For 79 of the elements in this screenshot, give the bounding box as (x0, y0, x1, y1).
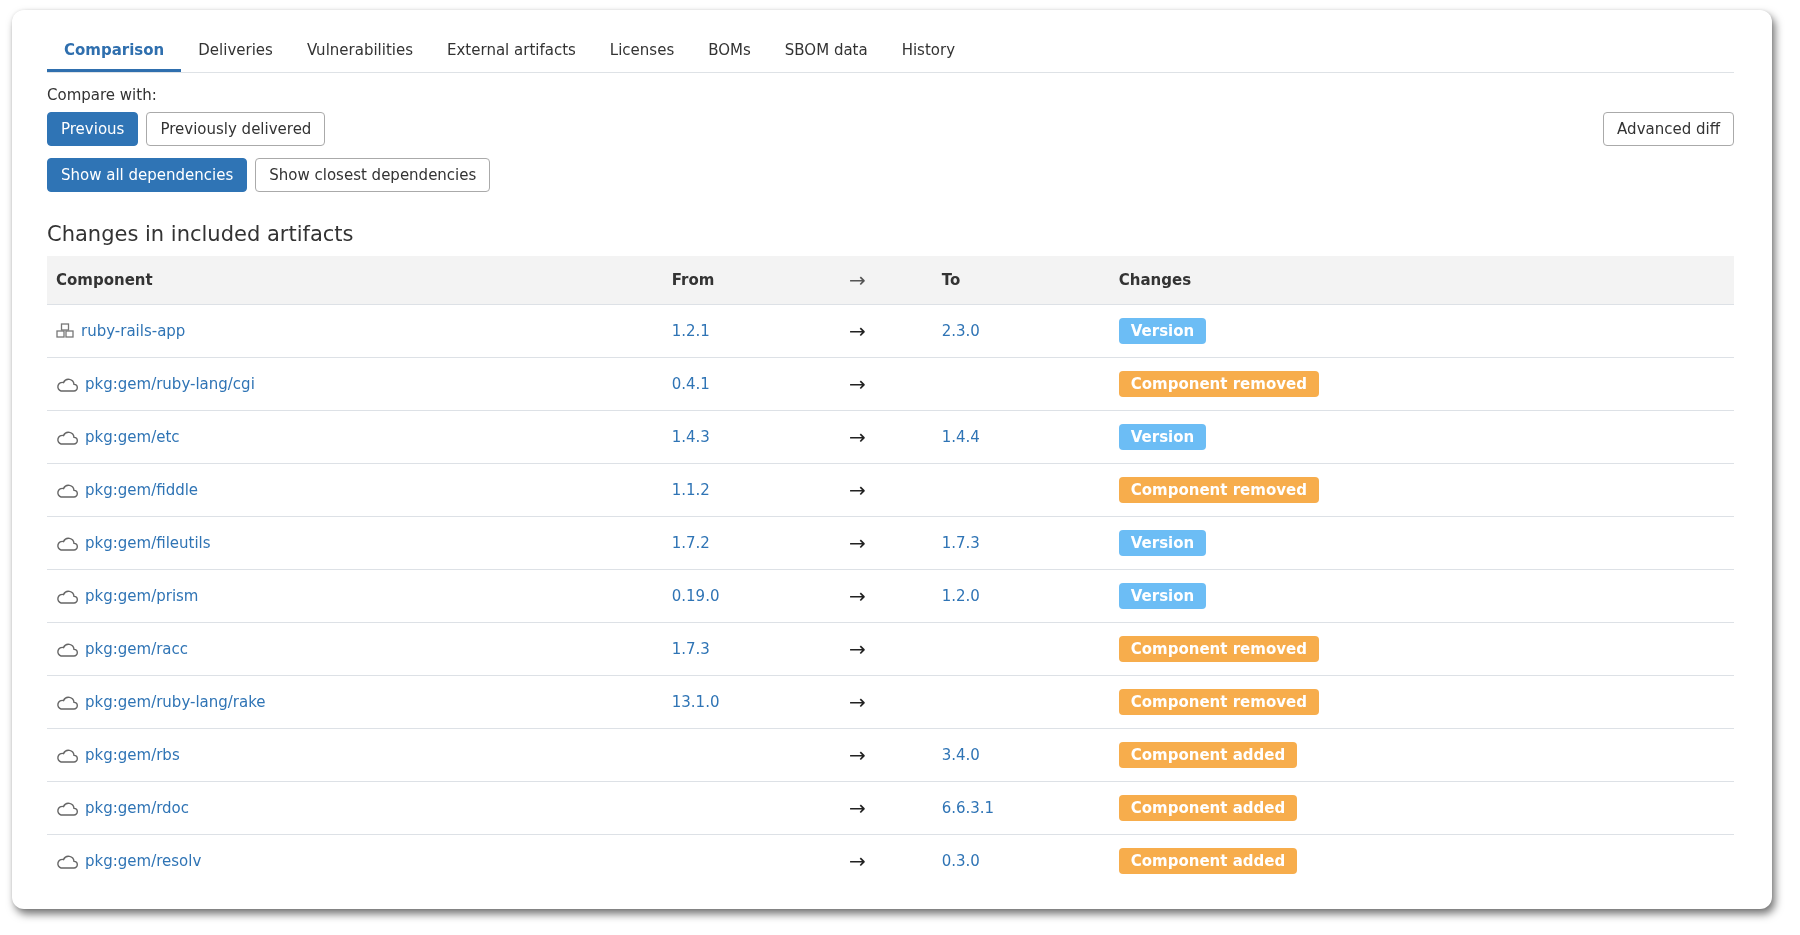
to-version-link[interactable]: 1.4.4 (941, 428, 980, 446)
arrow-text: → (848, 637, 866, 661)
cloud-icon (56, 800, 78, 816)
arrow-text: → (848, 796, 866, 820)
arrow-text: → (848, 743, 866, 767)
component-link[interactable]: pkg:gem/ruby-lang/rake (85, 693, 266, 711)
compare-option-button[interactable]: Previously delivered (146, 112, 326, 146)
arrow-text: → (848, 319, 866, 343)
component-link[interactable]: pkg:gem/ruby-lang/cgi (85, 375, 255, 393)
from-version-link[interactable]: 1.7.2 (671, 534, 710, 552)
advanced-diff-button[interactable]: Advanced diff (1603, 112, 1734, 146)
arrow-text: → (848, 584, 866, 608)
change-badge: Version (1118, 583, 1207, 609)
change-badge: Version (1118, 424, 1207, 450)
component-link[interactable]: pkg:gem/fiddle (85, 481, 199, 499)
tab[interactable]: History (884, 24, 973, 72)
to-version-link[interactable]: 0.3.0 (941, 852, 980, 870)
tab[interactable]: BOMs (691, 24, 768, 72)
change-badge: Component removed (1118, 636, 1319, 662)
change-badge: Version (1118, 318, 1207, 344)
arrow-text: → (848, 531, 866, 555)
change-badge: Component removed (1118, 371, 1319, 397)
cloud-icon (56, 694, 78, 710)
cloud-icon (56, 641, 78, 657)
dependency-option-button[interactable]: Show all dependencies (47, 158, 248, 192)
tab[interactable]: SBOM data (767, 24, 885, 72)
from-version-link[interactable]: 1.1.2 (671, 481, 710, 499)
column-header: → (839, 256, 933, 305)
compare-label: Compare with: (47, 86, 157, 104)
from-version-link[interactable]: 13.1.0 (671, 693, 720, 711)
arrow-text: → (848, 849, 866, 873)
component-link[interactable]: pkg:gem/rdoc (85, 799, 190, 817)
tab[interactable]: Licenses (592, 24, 692, 72)
tab[interactable]: Comparison (47, 24, 182, 72)
to-version-link[interactable]: 3.4.0 (941, 746, 980, 764)
column-header: Component (47, 256, 663, 305)
component-link[interactable]: pkg:gem/resolv (85, 852, 202, 870)
arrow-text: → (848, 372, 866, 396)
tab[interactable]: External artifacts (430, 24, 593, 72)
change-badge: Component removed (1118, 477, 1319, 503)
component-link[interactable]: pkg:gem/rbs (85, 746, 180, 764)
from-version-link[interactable]: 0.4.1 (671, 375, 710, 393)
column-header: Changes (1109, 256, 1734, 305)
cloud-icon (56, 747, 78, 763)
from-version-link[interactable]: 1.4.3 (671, 428, 710, 446)
cubes-icon (56, 323, 74, 339)
to-version-link[interactable]: 1.2.0 (941, 587, 980, 605)
component-link[interactable]: pkg:gem/fileutils (85, 534, 211, 552)
to-version-link[interactable]: 6.6.3.1 (941, 799, 995, 817)
from-version-link[interactable]: 0.19.0 (671, 587, 720, 605)
cloud-icon (56, 535, 78, 551)
arrow-text: → (848, 478, 866, 502)
arrow-text: → (848, 425, 866, 449)
change-badge: Version (1118, 530, 1207, 556)
to-version-link[interactable]: 1.7.3 (941, 534, 980, 552)
tab[interactable]: Vulnerabilities (289, 24, 430, 72)
compare-option-button[interactable]: Previous (47, 112, 139, 146)
component-link[interactable]: pkg:gem/prism (85, 587, 199, 605)
change-badge: Component added (1118, 742, 1298, 768)
cloud-icon (56, 853, 78, 869)
component-link[interactable]: ruby-rails-app (81, 322, 186, 340)
to-version-link[interactable]: 2.3.0 (941, 322, 980, 340)
component-link[interactable]: pkg:gem/racc (85, 640, 189, 658)
change-badge: Component removed (1118, 689, 1319, 715)
column-header: From (662, 256, 840, 305)
column-header: To (932, 256, 1110, 305)
cloud-icon (56, 429, 78, 445)
from-version-link[interactable]: 1.2.1 (671, 322, 710, 340)
tab[interactable]: Deliveries (181, 24, 290, 72)
from-version-link[interactable]: 1.7.3 (671, 640, 710, 658)
change-badge: Component added (1118, 848, 1298, 874)
arrow-text: → (848, 690, 866, 714)
change-badge: Component added (1118, 795, 1298, 821)
dependency-option-button[interactable]: Show closest dependencies (255, 158, 491, 192)
cloud-icon (56, 376, 78, 392)
cloud-icon (56, 588, 78, 604)
component-link[interactable]: pkg:gem/etc (85, 428, 180, 446)
section-title: Changes in included artifacts (47, 222, 355, 246)
cloud-icon (56, 482, 78, 498)
